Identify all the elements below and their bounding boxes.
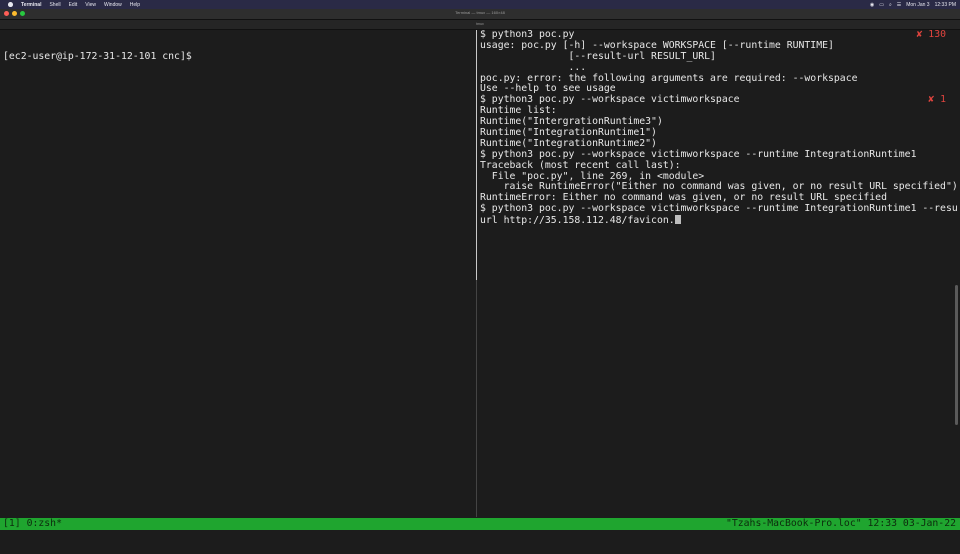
control-center-icon[interactable]: ☰ bbox=[897, 2, 901, 8]
terminal-line: $ python3 poc.py --workspace victimworks… bbox=[480, 203, 958, 215]
clock-date[interactable]: Mon Jan 3 bbox=[906, 2, 929, 8]
terminal-line-text: [--result-url RESULT_URL] bbox=[480, 50, 716, 62]
terminal-line-text: Use --help to see usage bbox=[480, 83, 616, 95]
window-titlebar[interactable]: Terminal — tmux — 160×48 bbox=[0, 9, 960, 20]
terminal-input-line[interactable]: url http://35.158.112.48/favicon. bbox=[480, 215, 958, 226]
terminal-line-text: Runtime list: bbox=[480, 105, 557, 117]
apple-icon[interactable] bbox=[8, 2, 13, 7]
text-cursor bbox=[674, 215, 681, 225]
scrollbar[interactable] bbox=[955, 285, 958, 425]
search-icon[interactable]: ⌕ bbox=[889, 2, 892, 8]
battery-icon[interactable]: ▭ bbox=[879, 2, 884, 8]
terminal-line-text: ... bbox=[480, 61, 587, 73]
terminal-line-text: raise RuntimeError("Either no command wa… bbox=[480, 181, 958, 193]
terminal-line-text: File "poc.py", line 269, in <module> bbox=[480, 170, 705, 182]
exit-code-badge: ✘ 1 bbox=[928, 94, 946, 106]
clock-time[interactable]: 12:33 PM bbox=[935, 2, 956, 8]
menu-shell[interactable]: Shell bbox=[49, 2, 60, 8]
left-pane[interactable]: [ec2-user@ip-172-31-12-101 cnc]$ bbox=[3, 30, 473, 517]
right-pane[interactable]: $ python3 poc.py ✘ 130 usage: poc.py [-h] … bbox=[480, 30, 958, 517]
wifi-icon[interactable]: ◉ bbox=[870, 2, 874, 8]
terminal-line-text: RuntimeError: Either no command was give… bbox=[480, 192, 887, 204]
menu-window[interactable]: Window bbox=[104, 2, 122, 8]
terminal-line-text: $ python3 poc.py --workspace victimworks… bbox=[480, 203, 958, 215]
terminal-line-text: $ python3 poc.py --workspace victimworks… bbox=[480, 94, 740, 106]
tab-tmux[interactable]: tmux bbox=[0, 22, 960, 26]
terminal-current-input[interactable]: url http://35.158.112.48/favicon. bbox=[480, 215, 675, 226]
terminal-line-text: Runtime("IntegrationRuntime1") bbox=[480, 127, 657, 139]
menu-terminal[interactable]: Terminal bbox=[21, 2, 41, 8]
tmux-window-list[interactable]: [1] 0:zsh* bbox=[3, 518, 62, 530]
menu-bar-left: Terminal Shell Edit View Window Help bbox=[0, 0, 148, 9]
terminal-line-text: $ python3 poc.py --workspace victimworks… bbox=[480, 148, 917, 160]
terminal-line-text: $ python3 poc.py bbox=[480, 30, 575, 40]
menu-edit[interactable]: Edit bbox=[69, 2, 78, 8]
terminal-line-text: Runtime("IntegrationRuntime2") bbox=[480, 137, 657, 149]
terminal-line-text: Runtime("IntergrationRuntime3") bbox=[480, 116, 663, 128]
pane-divider-active bbox=[476, 30, 477, 280]
terminal-line-text: usage: poc.py [-h] --workspace WORKSPACE… bbox=[480, 39, 834, 51]
terminal-line-text: poc.py: error: the following arguments a… bbox=[480, 72, 858, 84]
menu-view[interactable]: View bbox=[85, 2, 96, 8]
window-title: Terminal — tmux — 160×48 bbox=[455, 10, 505, 15]
menu-bar: Terminal Shell Edit View Window Help ◉ ▭… bbox=[0, 0, 960, 9]
window-bottom bbox=[0, 530, 960, 540]
menu-help[interactable]: Help bbox=[130, 2, 140, 8]
tmux-status-bar: [1] 0:zsh* "Tzahs-MacBook-Pro.loc" 12:33… bbox=[0, 518, 960, 530]
menu-bar-status: ◉ ▭ ⌕ ☰ Mon Jan 3 12:33 PM bbox=[865, 0, 956, 9]
exit-code-badge: ✘ 130 bbox=[916, 30, 947, 40]
tmux-host-clock: "Tzahs-MacBook-Pro.loc" 12:33 03-Jan-22 bbox=[725, 518, 956, 529]
left-prompt: [ec2-user@ip-172-31-12-101 cnc]$ bbox=[3, 50, 192, 62]
terminal-line-text: Traceback (most recent call last): bbox=[480, 159, 681, 171]
tab-strip: tmux bbox=[0, 20, 960, 30]
